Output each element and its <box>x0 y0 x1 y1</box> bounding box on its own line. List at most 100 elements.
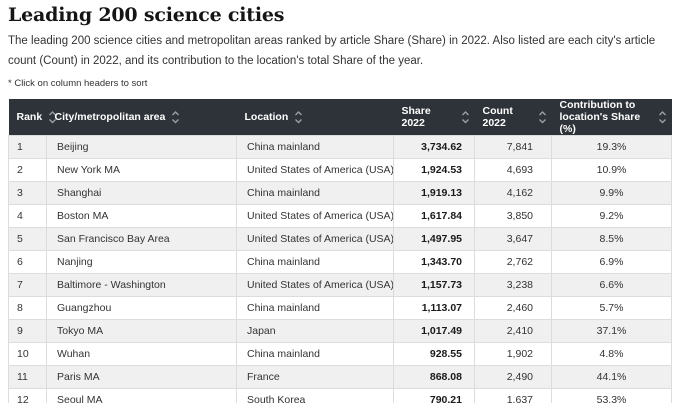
cell-count: 2,460 <box>475 297 552 320</box>
cell-location: China mainland <box>237 136 394 159</box>
table-row: 5San Francisco Bay AreaUnited States of … <box>9 228 672 251</box>
column-header-label: Contribution to location's Share (%) <box>560 99 652 135</box>
cell-count: 4,693 <box>475 159 552 182</box>
cell-contribution: 6.6% <box>552 274 672 297</box>
cell-count: 2,762 <box>475 251 552 274</box>
table-header: Rank City/metropolitan area Location Sha… <box>9 99 672 136</box>
cell-count: 2,410 <box>475 320 552 343</box>
sort-instructions-note: * Click on column headers to sort <box>8 78 671 89</box>
cell-city: Guangzhou <box>47 297 237 320</box>
cell-share: 1,924.53 <box>394 159 475 182</box>
column-header-label: Count 2022 <box>483 105 532 129</box>
cell-rank: 12 <box>9 389 47 403</box>
table-row: 4Boston MAUnited States of America (USA)… <box>9 205 672 228</box>
column-header-count-2022[interactable]: Count 2022 <box>475 99 552 136</box>
cell-location: United States of America (USA) <box>237 205 394 228</box>
cell-count: 4,162 <box>475 182 552 205</box>
cell-count: 1,902 <box>475 343 552 366</box>
cell-city: San Francisco Bay Area <box>47 228 237 251</box>
cell-rank: 7 <box>9 274 47 297</box>
cell-count: 3,647 <box>475 228 552 251</box>
cell-rank: 2 <box>9 159 47 182</box>
table-row: 12Seoul MASouth Korea790.211,63753.3% <box>9 389 672 403</box>
cell-share: 928.55 <box>394 343 475 366</box>
cell-share: 790.21 <box>394 389 475 403</box>
cell-count: 3,850 <box>475 205 552 228</box>
table-row: 2New York MAUnited States of America (US… <box>9 159 672 182</box>
cell-location: United States of America (USA) <box>237 228 394 251</box>
table-row: 7Baltimore - WashingtonUnited States of … <box>9 274 672 297</box>
cell-contribution: 4.8% <box>552 343 672 366</box>
cell-share: 1,017.49 <box>394 320 475 343</box>
cell-rank: 8 <box>9 297 47 320</box>
table-body: 1BeijingChina mainland3,734.627,84119.3%… <box>9 136 672 403</box>
cell-share: 3,734.62 <box>394 136 475 159</box>
cell-count: 2,490 <box>475 366 552 389</box>
cell-city: Shanghai <box>47 182 237 205</box>
table-row: 8GuangzhouChina mainland1,113.072,4605.7… <box>9 297 672 320</box>
table-row: 9Tokyo MAJapan1,017.492,41037.1% <box>9 320 672 343</box>
column-header-label: Rank <box>17 111 43 123</box>
cell-contribution: 37.1% <box>552 320 672 343</box>
cell-rank: 3 <box>9 182 47 205</box>
cell-share: 868.08 <box>394 366 475 389</box>
table-row: 6NanjingChina mainland1,343.702,7626.9% <box>9 251 672 274</box>
table-row: 3ShanghaiChina mainland1,919.134,1629.9% <box>9 182 672 205</box>
science-cities-table: Rank City/metropolitan area Location Sha… <box>8 99 672 403</box>
column-header-label: City/metropolitan area <box>55 111 166 123</box>
cell-rank: 5 <box>9 228 47 251</box>
cell-contribution: 6.9% <box>552 251 672 274</box>
cell-contribution: 53.3% <box>552 389 672 403</box>
cell-share: 1,113.07 <box>394 297 475 320</box>
table-row: 10WuhanChina mainland928.551,9024.8% <box>9 343 672 366</box>
cell-rank: 9 <box>9 320 47 343</box>
cell-contribution: 5.7% <box>552 297 672 320</box>
cell-contribution: 9.9% <box>552 182 672 205</box>
sort-chevrons-icon <box>538 110 547 125</box>
column-header-rank[interactable]: Rank <box>9 99 47 136</box>
cell-contribution: 9.2% <box>552 205 672 228</box>
cell-location: United States of America (USA) <box>237 159 394 182</box>
cell-rank: 10 <box>9 343 47 366</box>
cell-count: 3,238 <box>475 274 552 297</box>
column-header-label: Share 2022 <box>402 105 455 129</box>
cell-city: New York MA <box>47 159 237 182</box>
cell-location: Japan <box>237 320 394 343</box>
cell-location: South Korea <box>237 389 394 403</box>
column-header-label: Location <box>245 111 289 123</box>
column-header-contribution[interactable]: Contribution to location's Share (%) <box>552 99 672 136</box>
cell-share: 1,497.95 <box>394 228 475 251</box>
page-description: The leading 200 science cities and metro… <box>8 31 668 71</box>
cell-contribution: 44.1% <box>552 366 672 389</box>
cell-city: Seoul MA <box>47 389 237 403</box>
cell-city: Baltimore - Washington <box>47 274 237 297</box>
cell-location: France <box>237 366 394 389</box>
column-header-city[interactable]: City/metropolitan area <box>47 99 237 136</box>
sort-chevrons-icon <box>658 110 667 125</box>
cell-contribution: 19.3% <box>552 136 672 159</box>
table-row: 11Paris MAFrance868.082,49044.1% <box>9 366 672 389</box>
cell-location: China mainland <box>237 251 394 274</box>
cell-contribution: 10.9% <box>552 159 672 182</box>
cell-rank: 1 <box>9 136 47 159</box>
cell-location: China mainland <box>237 297 394 320</box>
cell-count: 1,637 <box>475 389 552 403</box>
cell-city: Boston MA <box>47 205 237 228</box>
cell-city: Nanjing <box>47 251 237 274</box>
cell-city: Tokyo MA <box>47 320 237 343</box>
cell-rank: 6 <box>9 251 47 274</box>
sort-chevrons-icon <box>171 110 180 125</box>
cell-share: 1,617.84 <box>394 205 475 228</box>
cell-location: China mainland <box>237 343 394 366</box>
cell-rank: 4 <box>9 205 47 228</box>
cell-city: Wuhan <box>47 343 237 366</box>
sort-chevrons-icon <box>461 110 470 125</box>
cell-share: 1,157.73 <box>394 274 475 297</box>
column-header-share-2022[interactable]: Share 2022 <box>394 99 475 136</box>
column-header-location[interactable]: Location <box>237 99 394 136</box>
cell-city: Beijing <box>47 136 237 159</box>
table-row: 1BeijingChina mainland3,734.627,84119.3% <box>9 136 672 159</box>
page-title: Leading 200 science cities <box>8 4 671 26</box>
cell-count: 7,841 <box>475 136 552 159</box>
cell-share: 1,343.70 <box>394 251 475 274</box>
